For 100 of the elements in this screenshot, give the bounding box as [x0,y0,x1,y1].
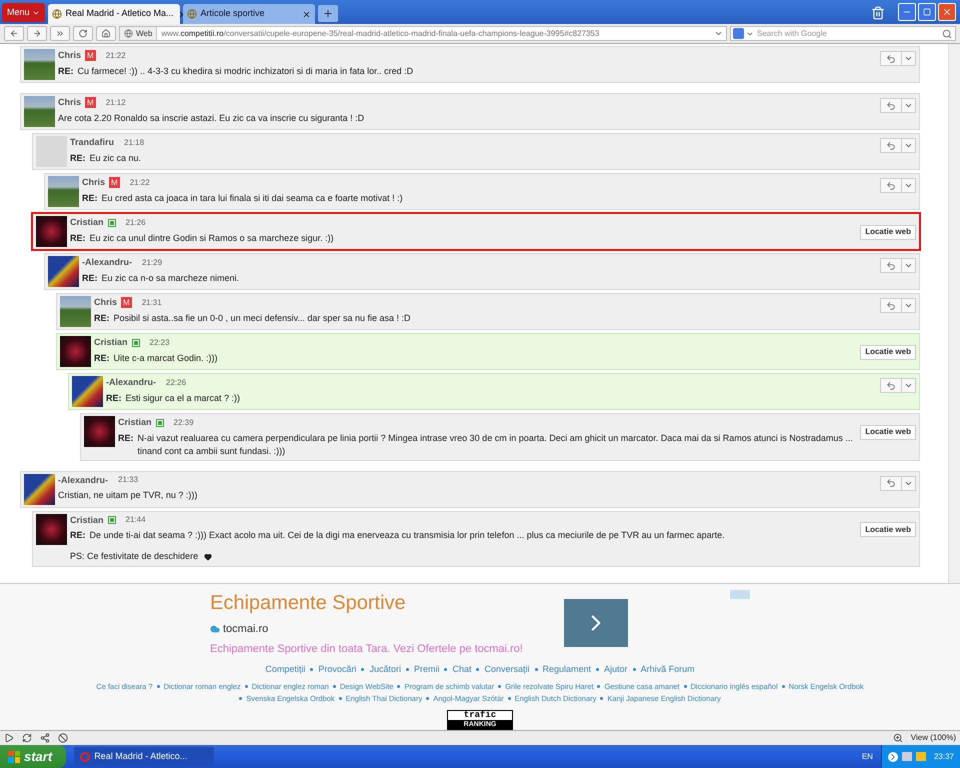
ad-banner[interactable]: Echipamente Sportive tocmai.ro Echipamente Sportive din toata Tara. Vezi Ofertele pe tocmai.ro! [210,588,750,657]
comment-text: Eu zic ca unul dintre Godin si Ramos o sa marcheze sigur. :)) [90,232,334,244]
avatar-photo [84,416,115,447]
browser-tab[interactable]: Real Madrid - Atletico Ma... [48,4,180,24]
comment-text: Esti sigur ca el a marcat ? :)) [126,392,240,404]
search-field[interactable]: Search with Google [730,26,956,41]
ranking-logo-text: trafic [464,710,496,720]
comment-text: Eu cred asta ca joaca in tara lui finala si iti dai seama ca e foarte motivat ! :) [102,192,403,204]
avatar-photo [48,256,79,287]
author-name[interactable]: Chris [58,96,82,110]
minimize-button[interactable] [898,3,916,21]
browser-tab[interactable]: Articole sportive [182,4,315,24]
footer-link[interactable]: Competiții [265,663,306,676]
menu-button[interactable]: Menu [2,3,45,22]
footer-link[interactable]: Arhivă Forum [640,663,695,676]
author-name[interactable]: -Alexandru- [82,256,132,270]
cloud-icon [210,624,220,634]
author-name[interactable]: Chris [94,296,118,310]
reload-button[interactable] [73,26,93,41]
reply-button[interactable] [880,378,916,393]
author-name[interactable]: -Alexandru- [58,474,108,487]
fast-forward-button[interactable] [50,26,70,41]
comment-text: Cristian, ne uitam pe TVR, nu ? :))) [58,489,198,502]
location-button[interactable]: Locatie web [860,424,916,440]
address-field[interactable]: Web www.competitii.ro/conversatii/cupele-europene-35/real-madrid-atletico-madrid-finala-uefa-champions-league-3995#c827353 [119,26,727,41]
reply-button[interactable] [880,178,916,193]
footer-link[interactable]: Chat [452,663,472,676]
author-name[interactable]: Trandafiru [70,136,114,150]
reply-button[interactable] [880,298,916,313]
footer-link[interactable]: Ajutor [604,663,628,676]
trash-icon[interactable] [871,6,885,20]
location-button[interactable]: Locatie web [860,522,916,537]
footer-link[interactable]: Provocări [318,663,356,676]
location-button[interactable]: Locatie web [860,344,916,360]
online-icon [132,338,140,347]
reply-prefix: RE: [82,272,98,284]
caret-icon [904,381,913,390]
author-name[interactable]: Cristian [94,336,128,350]
footer-link[interactable]: Premii [414,663,440,676]
comment-text: De unde ti-ai dat seama ? :))) Exact acolo ma uit. Cei de la digi ma enerveaza cu transmisia lor prin telefon ... plus ca meciurile de pe TVR au un farmec aparte. [90,529,725,542]
home-button[interactable] [96,26,116,41]
footer-link[interactable]: Regulament [542,663,592,676]
author-name[interactable]: Chris [82,176,106,190]
author-name[interactable]: Cristian [118,416,152,430]
avatar-photo [24,96,55,127]
forward-button[interactable] [27,26,47,41]
comment-text: Posibil si asta..sa fie un 0-0 , un meci defensiv... dar sper sa nu fie asa ! :D [114,312,410,324]
footer-link[interactable]: Jucători [369,663,401,676]
rank-badge: M [121,297,132,308]
language-indicator[interactable]: EN [862,750,873,762]
taskbar-item[interactable]: Real Madrid - Atletico... [74,747,214,766]
avatar-photo [36,514,67,544]
reply-prefix: RE: [82,192,98,204]
expand-icon[interactable] [888,752,898,762]
author-name[interactable]: Cristian [70,216,104,230]
comment-time: 21:18 [124,136,144,149]
ad-next-button[interactable] [564,598,628,646]
reply-prefix: RE: [118,432,134,444]
tab-title: Articole sportive [200,7,266,20]
reply-button[interactable] [880,98,916,113]
online-icon [108,218,116,227]
author-name[interactable]: -Alexandru- [106,376,156,390]
caret-icon [904,141,913,150]
tab-title: Real Madrid - Atletico Ma... [66,7,174,20]
sync-icon[interactable] [22,733,32,743]
reply-button[interactable] [880,476,916,490]
comment-time: 22:23 [150,336,170,349]
reply-button[interactable] [880,51,916,66]
footer-link[interactable]: Conversații [484,663,530,676]
zoom-level[interactable]: View (100%) [910,732,956,744]
back-button[interactable] [4,26,24,41]
search-input[interactable]: Search with Google [754,27,942,40]
search-engine-icon [733,28,744,39]
caret-icon [904,181,913,190]
comment-time: 21:44 [126,514,146,526]
avatar-photo [60,296,91,327]
reply-button[interactable] [880,138,916,153]
reply-prefix: RE: [106,392,122,404]
comment-time: 21:33 [118,474,138,486]
close-icon[interactable] [302,10,311,18]
postscript-text: PS: Ce festivitate de deschidere [70,550,198,563]
caret-icon [904,54,913,63]
caret-icon [714,29,723,38]
author-name[interactable]: Cristian [70,514,104,527]
search-icon[interactable] [942,28,952,38]
restore-button[interactable] [918,3,936,21]
comment-text: Cu farmece! :)) .. 4-3-3 cu khedira si modric inchizatori si di maria in fata lor.. cred :D [78,64,414,78]
windows-logo-icon [8,750,20,762]
close-button[interactable] [938,3,956,21]
reply-button[interactable] [880,258,916,273]
new-tab-button[interactable] [318,5,338,22]
block-icon[interactable] [58,733,68,743]
start-button[interactable]: start [0,745,66,768]
online-icon [156,418,164,427]
panel-toggle-icon[interactable] [4,733,14,743]
ad-domain[interactable]: tocmai.ro [223,621,268,638]
share-icon[interactable] [40,733,50,743]
zoom-icon[interactable] [892,733,903,743]
author-name[interactable]: Chris [58,49,82,62]
location-button[interactable]: Locatie web [860,224,916,240]
